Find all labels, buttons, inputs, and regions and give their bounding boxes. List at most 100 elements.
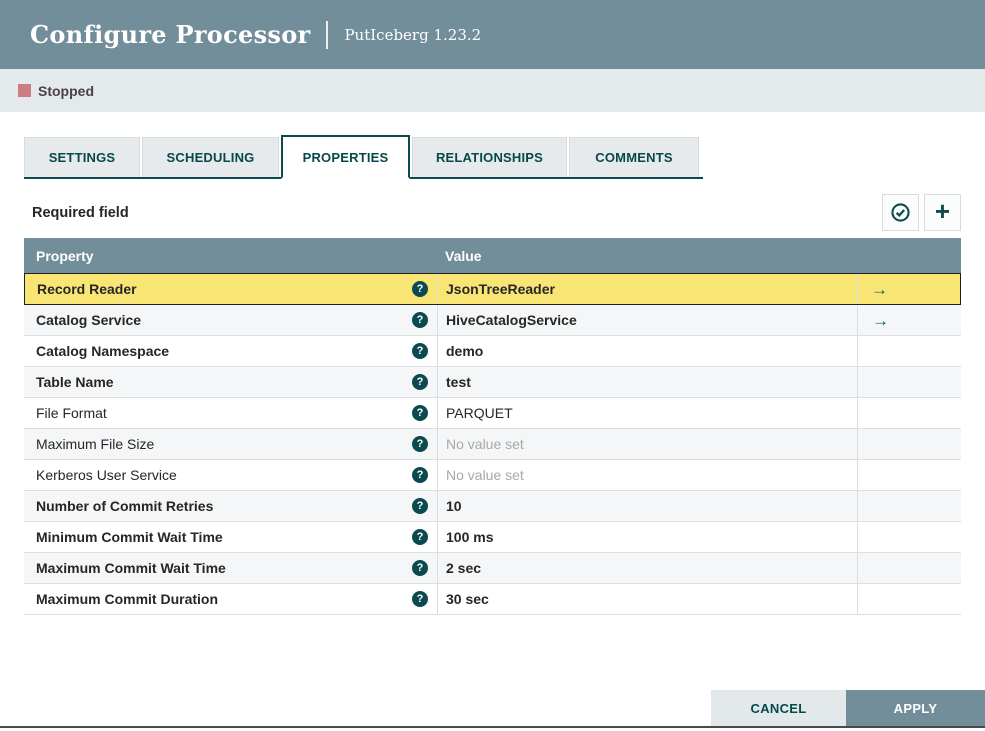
property-cell: Catalog Namespace ? xyxy=(24,336,437,366)
property-row[interactable]: Minimum Commit Wait Time ? 100 ms xyxy=(24,522,961,553)
property-name: Catalog Namespace xyxy=(36,343,170,359)
cancel-button[interactable]: CANCEL xyxy=(711,690,846,727)
property-row[interactable]: Catalog Service ? HiveCatalogService → xyxy=(24,305,961,336)
property-name: Record Reader xyxy=(37,281,137,297)
value-cell[interactable]: 100 ms xyxy=(437,522,857,552)
help-icon[interactable]: ? xyxy=(412,467,428,483)
property-value: JsonTreeReader xyxy=(446,281,555,297)
goto-cell xyxy=(857,553,961,583)
plus-icon: + xyxy=(934,196,951,226)
property-row[interactable]: Number of Commit Retries ? 10 xyxy=(24,491,961,522)
tab-bar: SETTINGS SCHEDULING PROPERTIES RELATIONS… xyxy=(24,135,703,179)
dialog-bottom-edge xyxy=(0,726,985,728)
goto-cell xyxy=(857,491,961,521)
verify-properties-button[interactable] xyxy=(882,194,919,231)
goto-cell xyxy=(857,460,961,490)
value-cell[interactable]: No value set xyxy=(437,429,857,459)
property-name: Catalog Service xyxy=(36,312,142,328)
check-circle-icon xyxy=(890,202,911,223)
tab-comments[interactable]: COMMENTS xyxy=(569,137,699,177)
property-table-header: Property Value xyxy=(24,238,961,273)
value-cell[interactable]: demo xyxy=(437,336,857,366)
goto-cell: → xyxy=(857,305,961,335)
value-cell[interactable]: PARQUET xyxy=(437,398,857,428)
column-header-property: Property xyxy=(36,247,94,264)
property-row[interactable]: Maximum File Size ? No value set xyxy=(24,429,961,460)
dialog-header: Configure Processor PutIceberg 1.23.2 xyxy=(0,0,985,69)
property-cell: Number of Commit Retries ? xyxy=(24,491,437,521)
property-cell: File Format ? xyxy=(24,398,437,428)
property-row[interactable]: Maximum Commit Duration ? 30 sec xyxy=(24,584,961,615)
property-value: 30 sec xyxy=(446,591,489,607)
help-icon[interactable]: ? xyxy=(412,312,428,328)
value-cell[interactable]: HiveCatalogService xyxy=(437,305,857,335)
stopped-status-icon xyxy=(18,84,31,97)
property-value: test xyxy=(446,374,471,390)
property-name: Number of Commit Retries xyxy=(36,498,214,514)
goto-cell xyxy=(857,367,961,397)
required-field-label: Required field xyxy=(32,204,129,221)
help-icon[interactable]: ? xyxy=(412,591,428,607)
goto-cell xyxy=(857,522,961,552)
value-cell[interactable]: JsonTreeReader xyxy=(437,274,856,304)
property-name: Maximum Commit Duration xyxy=(36,591,219,607)
property-table: Property Value Record Reader ? JsonTreeR… xyxy=(24,238,961,615)
goto-service-arrow-icon[interactable]: → xyxy=(871,281,888,298)
property-cell: Kerberos User Service ? xyxy=(24,460,437,490)
property-row[interactable]: Maximum Commit Wait Time ? 2 sec xyxy=(24,553,961,584)
value-cell[interactable]: 30 sec xyxy=(437,584,857,614)
property-cell: Minimum Commit Wait Time ? xyxy=(24,522,437,552)
property-cell: Record Reader ? xyxy=(25,274,437,304)
status-label: Stopped xyxy=(38,82,94,99)
help-icon[interactable]: ? xyxy=(412,343,428,359)
goto-cell xyxy=(857,584,961,614)
value-cell[interactable]: test xyxy=(437,367,857,397)
goto-service-arrow-icon[interactable]: → xyxy=(872,312,889,329)
value-cell[interactable]: No value set xyxy=(437,460,857,490)
property-cell: Maximum Commit Duration ? xyxy=(24,584,437,614)
status-bar: Stopped xyxy=(0,69,985,112)
apply-button[interactable]: APPLY xyxy=(846,690,985,727)
toolbar-buttons: + xyxy=(877,194,961,231)
value-cell[interactable]: 2 sec xyxy=(437,553,857,583)
help-icon[interactable]: ? xyxy=(412,281,428,297)
property-row[interactable]: File Format ? PARQUET xyxy=(24,398,961,429)
help-icon[interactable]: ? xyxy=(412,529,428,545)
dialog-title: Configure Processor xyxy=(30,20,311,49)
property-value: HiveCatalogService xyxy=(446,312,577,328)
tab-relationships[interactable]: RELATIONSHIPS xyxy=(412,137,567,177)
property-cell: Maximum Commit Wait Time ? xyxy=(24,553,437,583)
property-row[interactable]: Record Reader ? JsonTreeReader → xyxy=(24,273,961,305)
property-name: Maximum Commit Wait Time xyxy=(36,560,226,576)
properties-toolbar: Required field + xyxy=(24,194,961,231)
property-value: 10 xyxy=(446,498,462,514)
property-name: Maximum File Size xyxy=(36,436,155,452)
tab-settings[interactable]: SETTINGS xyxy=(24,137,140,177)
property-name: Table Name xyxy=(36,374,114,390)
goto-cell xyxy=(857,429,961,459)
value-cell[interactable]: 10 xyxy=(437,491,857,521)
property-cell: Table Name ? xyxy=(24,367,437,397)
goto-cell xyxy=(857,336,961,366)
help-icon[interactable]: ? xyxy=(412,405,428,421)
property-row[interactable]: Catalog Namespace ? demo xyxy=(24,336,961,367)
help-icon[interactable]: ? xyxy=(412,436,428,452)
property-cell: Maximum File Size ? xyxy=(24,429,437,459)
help-icon[interactable]: ? xyxy=(412,560,428,576)
goto-cell: → xyxy=(856,274,960,304)
tab-properties[interactable]: PROPERTIES xyxy=(281,135,410,179)
add-property-button[interactable]: + xyxy=(924,194,961,231)
property-value: 2 sec xyxy=(446,560,482,576)
title-divider xyxy=(326,20,329,49)
property-value: No value set xyxy=(446,436,524,452)
help-icon[interactable]: ? xyxy=(412,374,428,390)
property-value: 100 ms xyxy=(446,529,494,545)
column-header-value: Value xyxy=(445,247,482,264)
configure-processor-dialog: Configure Processor PutIceberg 1.23.2 St… xyxy=(0,0,985,728)
tab-scheduling[interactable]: SCHEDULING xyxy=(142,137,279,177)
help-icon[interactable]: ? xyxy=(412,498,428,514)
property-name: Kerberos User Service xyxy=(36,467,177,483)
property-value: demo xyxy=(446,343,484,359)
property-row[interactable]: Kerberos User Service ? No value set xyxy=(24,460,961,491)
property-row[interactable]: Table Name ? test xyxy=(24,367,961,398)
